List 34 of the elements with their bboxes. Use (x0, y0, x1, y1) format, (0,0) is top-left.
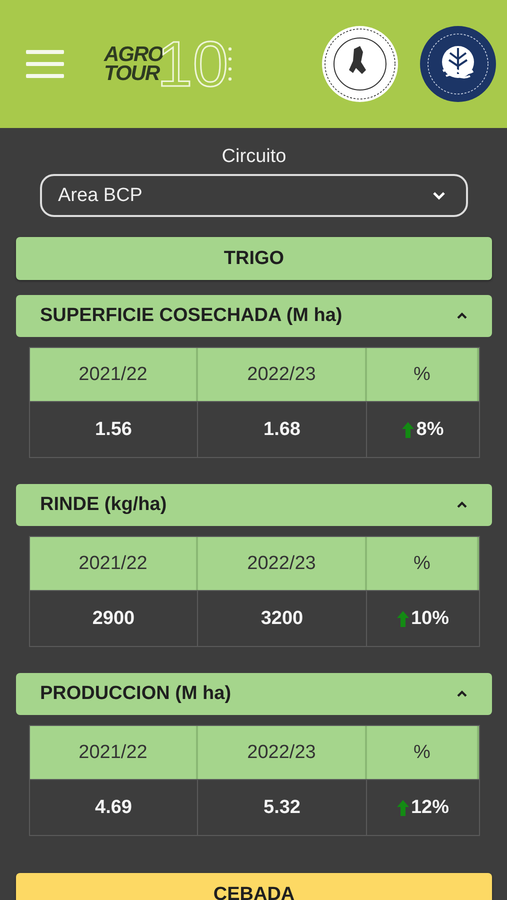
percent-change: 10% (410, 608, 450, 630)
table-cell: 1.68 (198, 401, 367, 457)
table-cell: 5.32 (198, 779, 367, 835)
crop-header[interactable]: TRIGO (16, 237, 492, 280)
section-header[interactable]: RINDE (kg/ha) (16, 484, 492, 526)
column-header: 2021/22 (30, 726, 198, 779)
column-header: 2022/23 (198, 726, 367, 779)
table-cell: 2900 (30, 590, 198, 646)
column-header: 2021/22 (30, 537, 198, 590)
percent-change: 12% (410, 796, 450, 818)
column-header: % (367, 348, 479, 401)
logo-text: TOUR (104, 64, 161, 83)
table-cell: 1.56 (30, 401, 198, 457)
column-header: 2022/23 (198, 537, 367, 590)
chevron-down-icon (432, 191, 446, 200)
column-header: 2022/23 (198, 348, 367, 401)
section-title: SUPERFICIE COSECHADA (M ha) (40, 305, 342, 327)
section-header[interactable]: PRODUCCION (M ha) (16, 673, 492, 715)
menu-icon[interactable] (26, 49, 64, 79)
section-header[interactable]: SUPERFICIE COSECHADA (M ha) (16, 295, 492, 337)
table-cell: 4.69 (30, 779, 198, 835)
circuit-select[interactable]: Area BCP (40, 174, 468, 217)
percent-change: 8% (416, 418, 444, 440)
table-cell: 3200 (198, 590, 367, 646)
emblem-icon (321, 25, 399, 103)
dots-icon (228, 46, 232, 82)
column-header: % (367, 726, 479, 779)
field-label: Circuito (222, 146, 286, 168)
column-header: % (367, 537, 479, 590)
column-header: 2021/22 (30, 348, 198, 401)
section-title: PRODUCCION (M ha) (40, 683, 232, 705)
section-title: RINDE (kg/ha) (40, 494, 167, 516)
emblem-icon (419, 25, 497, 103)
crop-header[interactable]: CEBADA (16, 873, 492, 900)
